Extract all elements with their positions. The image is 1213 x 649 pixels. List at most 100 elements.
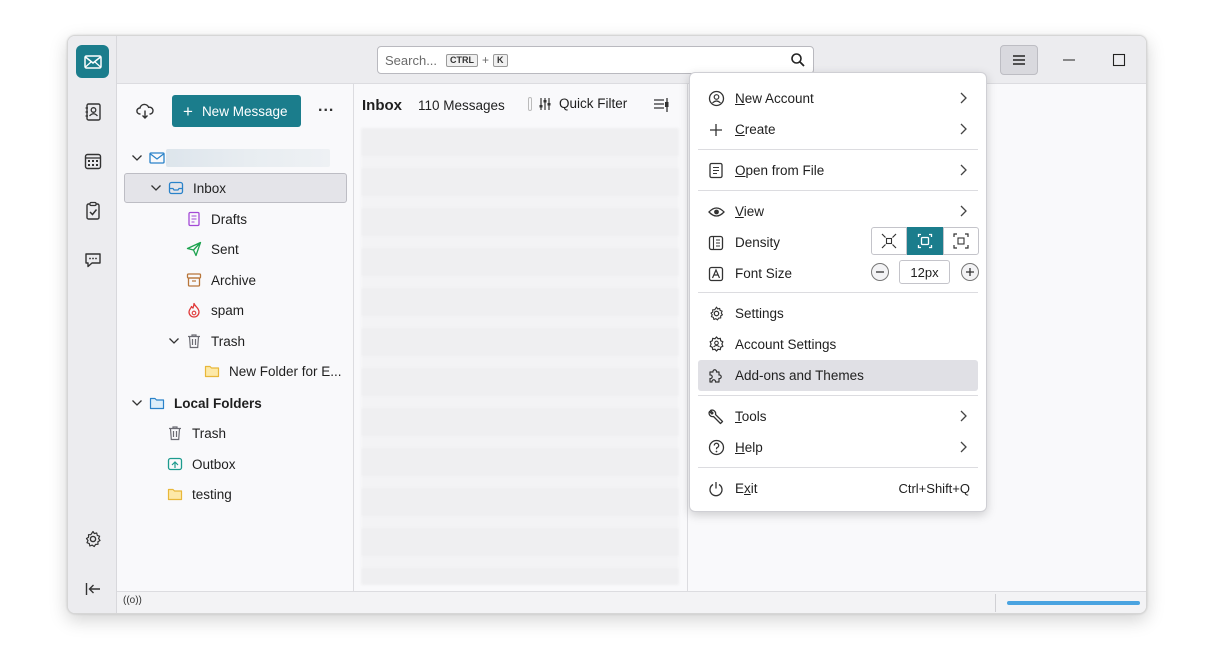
status-separator — [995, 594, 996, 612]
menu-create[interactable]: Create — [698, 114, 978, 145]
local-folders-row[interactable]: Local Folders — [131, 388, 262, 418]
exit-shortcut: Ctrl+Shift+Q — [898, 481, 970, 496]
quick-filter-label: Quick Filter — [559, 96, 628, 111]
collapse-left-icon — [85, 582, 100, 595]
calendar-space-button[interactable] — [76, 144, 109, 177]
menu-open-from-file[interactable]: Open from File — [698, 155, 978, 186]
minus-icon — [876, 271, 884, 273]
menu-label: Font Size — [735, 266, 793, 281]
local-folder-outbox[interactable]: Outbox — [167, 449, 236, 479]
collapse-spaces-button[interactable] — [76, 572, 109, 605]
spaces-toolbar — [68, 36, 117, 613]
accel-t: T — [735, 409, 742, 424]
font-size-increase-button[interactable] — [961, 263, 979, 281]
folder-icon — [167, 488, 183, 501]
new-message-button[interactable]: + New Message — [172, 95, 301, 127]
menu-view[interactable]: View — [698, 196, 978, 227]
chat-icon — [84, 252, 101, 267]
font-size-control: 12px — [871, 260, 979, 284]
menu-separator — [698, 292, 978, 293]
menu-addons-themes[interactable]: Add-ons and Themes — [698, 360, 978, 391]
search-input[interactable]: Search... CTRL + K — [377, 46, 814, 74]
local-folders-icon — [149, 397, 165, 410]
folder-pane-more-button[interactable]: ... — [318, 98, 334, 116]
eye-icon — [707, 203, 725, 221]
chevron-down-icon[interactable] — [131, 397, 143, 409]
mail-icon — [83, 54, 102, 69]
address-book-icon — [85, 102, 101, 121]
folder-label: Outbox — [192, 456, 236, 472]
local-folder-trash[interactable]: Trash — [167, 418, 226, 448]
display-options-icon[interactable] — [653, 97, 669, 113]
menu-account-settings[interactable]: Account Settings — [698, 329, 978, 360]
folder-sent[interactable]: Sent — [186, 234, 239, 264]
archive-icon — [186, 273, 202, 287]
accel-h: H — [735, 440, 745, 455]
chevron-right-icon — [960, 441, 967, 453]
chevron-down-icon[interactable] — [168, 335, 180, 347]
folder-drafts[interactable]: Drafts — [186, 204, 247, 234]
chevron-down-icon[interactable] — [131, 152, 143, 164]
menu-help[interactable]: Help — [698, 432, 978, 463]
menu-settings[interactable]: Settings — [698, 298, 978, 329]
folder-icon — [204, 365, 220, 378]
plus-icon — [707, 121, 725, 139]
get-messages-icon[interactable] — [135, 101, 155, 121]
mail-space-button[interactable] — [76, 45, 109, 78]
online-status-indicator[interactable]: ((o)) — [123, 595, 142, 606]
account-mail-icon — [149, 152, 165, 164]
density-icon — [707, 234, 725, 252]
message-count: 110 Messages — [418, 97, 505, 113]
account-row[interactable] — [131, 143, 330, 173]
accel-x: x — [744, 481, 751, 496]
folder-trash[interactable]: Trash — [168, 326, 245, 356]
folder-new-folder[interactable]: New Folder for E... — [204, 356, 342, 386]
density-normal-button[interactable] — [907, 227, 943, 255]
folder-pane: + New Message ... Inbox Drafts Sent Arch… — [117, 84, 354, 591]
message-list[interactable] — [361, 128, 679, 585]
local-folder-testing[interactable]: testing — [167, 479, 232, 509]
plus-icon — [966, 268, 974, 276]
settings-space-button[interactable] — [76, 522, 109, 555]
menu-tools[interactable]: Tools — [698, 401, 978, 432]
menu-exit[interactable]: Exit Ctrl+Shift+Q — [698, 473, 978, 504]
shortcut-plus: + — [482, 53, 490, 67]
menu-separator — [698, 190, 978, 191]
font-size-icon — [707, 265, 725, 283]
chevron-right-icon — [960, 164, 967, 176]
chat-space-button[interactable] — [76, 243, 109, 276]
status-bar: ((o)) — [117, 591, 1146, 613]
folder-spam[interactable]: spam — [186, 295, 244, 325]
address-book-space-button[interactable] — [76, 95, 109, 128]
gear-icon — [85, 530, 101, 547]
wrench-icon — [707, 408, 725, 426]
menu-separator — [698, 395, 978, 396]
folder-archive[interactable]: Archive — [186, 265, 256, 295]
menu-new-account[interactable]: New Account — [698, 83, 978, 114]
relaxed-density-icon — [953, 233, 969, 249]
density-relaxed-button[interactable] — [943, 227, 979, 255]
hamburger-icon — [1013, 55, 1025, 65]
accel-v: V — [735, 204, 744, 219]
quick-filter-button[interactable]: Quick Filter — [528, 96, 627, 111]
chevron-down-icon[interactable] — [150, 182, 162, 194]
density-compact-button[interactable] — [871, 227, 907, 255]
trash-icon — [169, 426, 181, 441]
account-name — [166, 149, 330, 167]
folder-label: spam — [211, 302, 245, 318]
folder-label: Trash — [192, 425, 227, 441]
minimize-button[interactable] — [1059, 50, 1079, 70]
menu-density: Density — [698, 227, 979, 258]
font-size-decrease-button[interactable] — [871, 263, 889, 281]
menu-label: reate — [744, 122, 776, 137]
folder-inbox[interactable]: Inbox — [124, 173, 347, 203]
pane-splitter-handle — [528, 96, 532, 111]
app-menu-button[interactable] — [1000, 45, 1038, 75]
font-size-value: 12px — [899, 260, 950, 284]
search-icon[interactable] — [790, 52, 806, 68]
menu-label: pen from File — [745, 163, 825, 178]
maximize-button[interactable] — [1109, 50, 1129, 70]
folder-title: Inbox — [362, 96, 402, 114]
quick-filter-icon — [539, 97, 551, 110]
tasks-space-button[interactable] — [76, 194, 109, 227]
